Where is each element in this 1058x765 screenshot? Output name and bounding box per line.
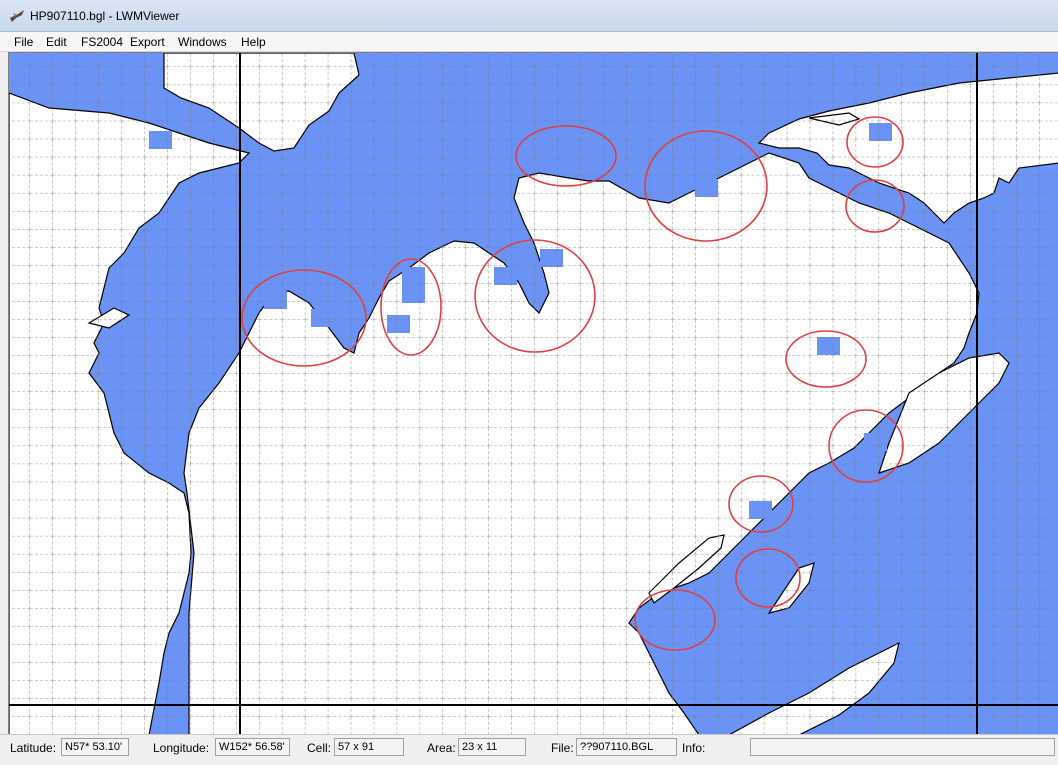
area-field: 23 x 11 xyxy=(458,738,526,756)
longitude-label: Longitude: xyxy=(153,741,210,755)
grid-overlay xyxy=(9,53,1058,734)
file-label: File: xyxy=(551,741,574,755)
menu-bar: File Edit FS2004 Export Windows Help xyxy=(0,32,1058,52)
menu-edit[interactable]: Edit xyxy=(46,35,67,49)
title-bar[interactable]: HP907110.bgl - LWMViewer xyxy=(0,0,1058,32)
app-window: HP907110.bgl - LWMViewer File Edit FS200… xyxy=(0,0,1058,765)
info-label: Info: xyxy=(682,741,706,755)
menu-windows[interactable]: Windows xyxy=(178,35,227,49)
file-field: ??907110.BGL xyxy=(576,738,677,756)
water-mask-map[interactable] xyxy=(9,53,1058,734)
status-bar: Latitude: N57* 53.10' Longitude: W152* 5… xyxy=(0,734,1058,765)
airplane-icon xyxy=(10,10,24,22)
cell-label: Cell: xyxy=(307,741,332,755)
longitude-field: W152* 56.58' xyxy=(215,738,290,756)
window-title: HP907110.bgl - LWMViewer xyxy=(30,9,180,23)
latitude-field: N57* 53.10' xyxy=(61,738,129,756)
menu-fs2004[interactable]: FS2004 xyxy=(81,35,123,49)
info-field xyxy=(750,738,1055,756)
cell-field: 57 x 91 xyxy=(334,738,404,756)
area-label: Area: xyxy=(427,741,456,755)
menu-help[interactable]: Help xyxy=(241,35,266,49)
menu-export[interactable]: Export xyxy=(130,35,165,49)
menu-file[interactable]: File xyxy=(14,35,33,49)
latitude-label: Latitude: xyxy=(10,741,57,755)
map-view[interactable] xyxy=(8,52,1058,734)
